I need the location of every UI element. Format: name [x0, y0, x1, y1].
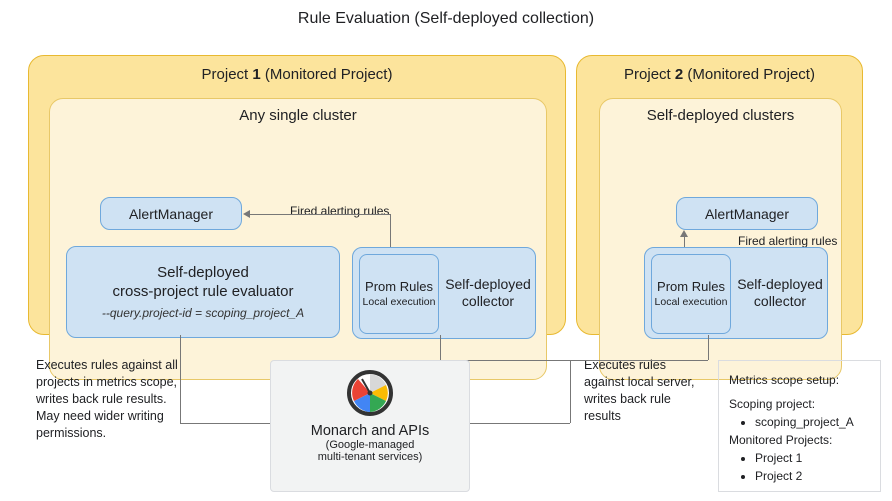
p1-suffix: (Monitored Project) [261, 66, 393, 83]
monarch-title: Monarch and APIs [271, 423, 469, 439]
conn-coll-left [470, 423, 570, 424]
fired-label-2: Fired alerting rules [738, 234, 837, 248]
monarch-sub1: (Google-managed [271, 439, 469, 451]
prom-main-2: Prom Rules [657, 280, 725, 295]
alertmanager-2: AlertManager [676, 197, 818, 230]
cluster-2-title: Self-deployed clusters [600, 99, 841, 128]
arrow-p2-head [680, 230, 688, 237]
monitored-label: Monitored Projects: [729, 431, 872, 449]
p2-suffix: (Monitored Project) [683, 66, 815, 83]
scope-header: Metrics scope setup: [729, 371, 872, 389]
prom-main-1: Prom Rules [365, 280, 433, 295]
p1-num: 1 [252, 66, 260, 83]
monarch-sub2: multi-tenant services) [271, 451, 469, 463]
project-1-title: Project 1 (Monitored Project) [29, 56, 565, 89]
project-2-title: Project 2 (Monitored Project) [577, 56, 862, 89]
annotation-left: Executes rules against all projects in m… [36, 357, 186, 441]
p2-num: 2 [675, 66, 683, 83]
arrow-p1-head [243, 210, 250, 218]
diagram-title: Rule Evaluation (Self-deployed collectio… [0, 0, 892, 38]
conn-coll1-down [440, 335, 441, 360]
monitored-1: Project 1 [755, 449, 872, 467]
fired-label-1: Fired alerting rules [290, 204, 389, 218]
monitored-2: Project 2 [755, 467, 872, 485]
prom-rules-2: Prom Rules Local execution [651, 254, 731, 334]
evaluator-line2: cross-project rule evaluator [113, 283, 294, 302]
arrow-p1-vert [390, 214, 391, 247]
scoping-value: scoping_project_A [755, 413, 872, 431]
conn-coll2-left [570, 360, 708, 361]
monarch-box: Monarch and APIs (Google-managed multi-t… [270, 360, 470, 492]
metrics-scope-box: Metrics scope setup: Scoping project: sc… [718, 360, 881, 492]
monarch-icon [346, 369, 394, 417]
scoping-label: Scoping project: [729, 395, 872, 413]
evaluator-line1: Self-deployed [157, 264, 249, 283]
annotation-mid: Executes rules against local server, wri… [584, 357, 696, 425]
prom-rules-1: Prom Rules Local execution [359, 254, 439, 334]
prom-sub-2: Local execution [655, 296, 728, 308]
conn-eval-down [180, 335, 181, 423]
p2-prefix: Project [624, 66, 675, 83]
rule-evaluator-box: Self-deployed cross-project rule evaluat… [66, 246, 340, 338]
arrow-p1-horiz [250, 214, 390, 215]
conn-coll2-down [708, 335, 709, 360]
conn-coll-down2 [570, 360, 571, 423]
project-2-box: Project 2 (Monitored Project) Self-deplo… [576, 55, 863, 335]
conn-eval-right [180, 423, 270, 424]
cluster-1-title: Any single cluster [50, 99, 546, 128]
collector-1-label: Self-deployed collector [445, 276, 531, 311]
project-1-box: Project 1 (Monitored Project) Any single… [28, 55, 566, 335]
collector-2-label: Self-deployed collector [737, 276, 823, 311]
collector-2-box: Prom Rules Local execution Self-deployed… [644, 247, 828, 339]
evaluator-flag: --query.project-id = scoping_project_A [102, 306, 304, 320]
alertmanager-1: AlertManager [100, 197, 242, 230]
cluster-1-box: Any single cluster AlertManager Fired al… [49, 98, 547, 380]
collector-1-box: Prom Rules Local execution Self-deployed… [352, 247, 536, 339]
cluster-2-box: Self-deployed clusters AlertManager Fire… [599, 98, 842, 380]
p1-prefix: Project [202, 66, 253, 83]
prom-sub-1: Local execution [363, 296, 436, 308]
